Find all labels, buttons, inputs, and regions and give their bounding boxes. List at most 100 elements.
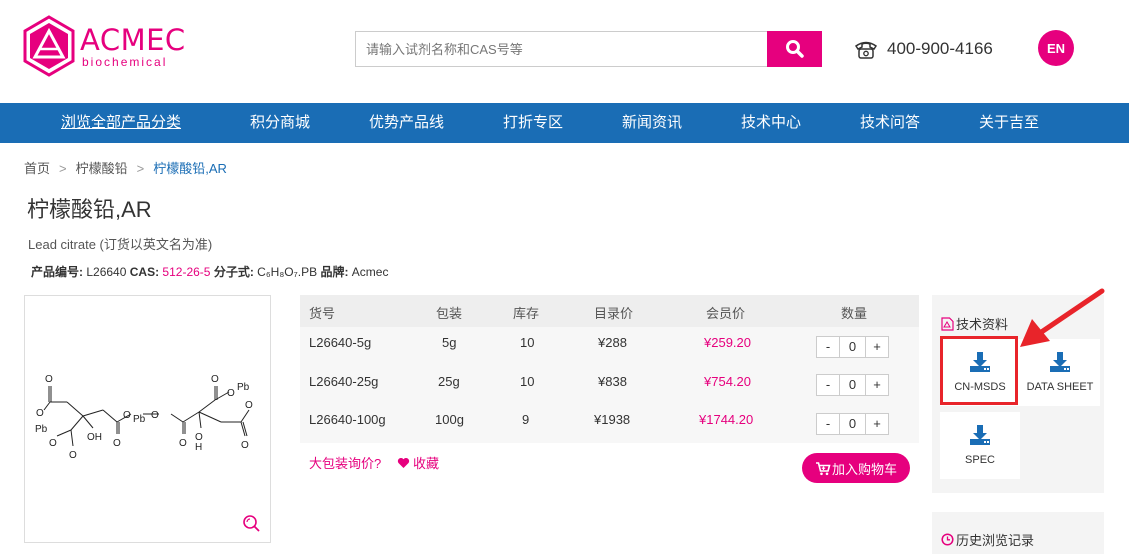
table-header: 货号 包装 库存 目录价 会员价 数量 (300, 295, 919, 327)
nav-tech-center[interactable]: 技术中心 (741, 103, 801, 143)
row-member-price: ¥754.20 (704, 374, 751, 389)
row-pack: 25g (438, 374, 460, 389)
hotline: 400-900-4166 (853, 36, 993, 62)
qty-minus-button[interactable]: - (816, 336, 840, 358)
annotation-arrow-icon (1020, 288, 1105, 347)
nav-points-mall[interactable]: 积分商城 (250, 103, 310, 143)
qty-plus-button[interactable]: + (865, 374, 889, 396)
row-stock: 10 (520, 374, 535, 389)
svg-text:O: O (241, 440, 249, 451)
row-list-price: ¥1938 (594, 412, 631, 427)
cas-label: CAS: (129, 265, 160, 279)
nav-tech-qa[interactable]: 技术问答 (860, 103, 920, 143)
row-sku: L26640-5g (309, 335, 372, 350)
cas-number[interactable]: 512-26-5 (162, 265, 210, 279)
svg-text:O: O (245, 400, 253, 411)
quantity-stepper: - 0 + (816, 374, 889, 396)
heart-icon (397, 457, 410, 468)
tech-docs-title: 技术资料 (941, 314, 1008, 333)
qty-input[interactable]: 0 (839, 374, 866, 396)
row-list-price: ¥838 (598, 374, 627, 389)
hexagon-logo-icon (23, 15, 75, 77)
brand-label: 品牌: (320, 265, 349, 279)
quantity-stepper: - 0 + (816, 413, 889, 435)
add-to-cart-label: 加入购物车 (831, 461, 897, 477)
bulk-inquiry-link[interactable]: 大包装询价? (309, 453, 381, 472)
nav-about[interactable]: 关于吉至 (979, 103, 1039, 143)
svg-text:O: O (49, 438, 57, 449)
breadcrumb-separator: > (136, 161, 145, 176)
nav-all-categories[interactable]: 浏览全部产品分类 (61, 103, 181, 143)
highlight-box (940, 336, 1018, 405)
language-switch-button[interactable]: EN (1038, 30, 1074, 66)
browse-history-panel: 历史浏览记录 (932, 512, 1104, 554)
add-to-cart-button[interactable]: 加入购物车 (802, 453, 910, 483)
search-icon (785, 40, 804, 58)
logo-sub-text: biochemical (82, 55, 168, 69)
row-stock: 10 (520, 335, 535, 350)
qty-plus-button[interactable]: + (865, 336, 889, 358)
header-list-price: 目录价 (594, 306, 634, 321)
download-spec[interactable]: SPEC (940, 412, 1020, 479)
qty-minus-button[interactable]: - (816, 374, 840, 396)
row-pack: 100g (435, 412, 464, 427)
svg-text:O: O (45, 374, 53, 385)
logo-brand-text: ACMEC (80, 23, 186, 57)
molecule-structure-image: O O Pb O O OH O O Pb O O O H O O Pb O O (35, 374, 253, 461)
main-nav: 浏览全部产品分类 积分商城 优势产品线 打折专区 新闻资讯 技术中心 技术问答 … (0, 103, 1129, 143)
breadcrumb-current[interactable]: 柠檬酸铅,AR (153, 161, 227, 176)
price-table: 货号 包装 库存 目录价 会员价 数量 L26640-5g 5g 10 ¥288… (300, 295, 919, 443)
svg-text:OH: OH (87, 432, 102, 443)
cart-icon (815, 461, 831, 475)
header-stock: 库存 (513, 306, 540, 321)
telephone-icon (854, 41, 878, 59)
site-header: ACMEC biochemical 400-900-4166 EN (0, 0, 1129, 103)
formula: C₆H₈O₇.PB (257, 265, 318, 279)
favorite-button[interactable]: 收藏 (397, 453, 439, 472)
search-input[interactable] (356, 32, 768, 66)
row-member-price: ¥259.20 (704, 335, 751, 350)
product-code: L26640 (86, 265, 127, 279)
product-image: O O Pb O O OH O O Pb O O O H O O Pb O O (24, 295, 271, 543)
phone-number: 400-900-4166 (887, 39, 993, 58)
qty-input[interactable]: 0 (839, 413, 866, 435)
qty-minus-button[interactable]: - (816, 413, 840, 435)
header-member-price: 会员价 (706, 306, 746, 321)
qty-input[interactable]: 0 (839, 336, 866, 358)
row-member-price: ¥1744.20 (699, 412, 754, 427)
favorite-label: 收藏 (413, 456, 440, 471)
header-pack: 包装 (436, 306, 463, 321)
spec-label: SPEC (965, 454, 995, 466)
header-sku: 货号 (309, 306, 336, 321)
breadcrumb: 首页 > 柠檬酸铅 > 柠檬酸铅,AR (24, 158, 227, 177)
nav-product-lines[interactable]: 优势产品线 (369, 103, 444, 143)
search-button[interactable] (767, 31, 822, 67)
row-list-price: ¥288 (598, 335, 627, 350)
nav-news[interactable]: 新闻资讯 (622, 103, 682, 143)
svg-text:O: O (227, 388, 235, 399)
svg-text:O: O (179, 438, 187, 449)
svg-text:O: O (151, 410, 159, 421)
svg-text:Pb: Pb (133, 414, 146, 425)
nav-discount[interactable]: 打折专区 (503, 103, 563, 143)
download-icon (970, 425, 990, 445)
zoom-icon[interactable] (242, 514, 260, 532)
site-logo[interactable]: ACMEC biochemical (22, 15, 185, 77)
quantity-stepper: - 0 + (816, 336, 889, 358)
svg-text:O: O (123, 410, 131, 421)
product-meta: 产品编号: L26640 CAS: 512-26-5 分子式: C₆H₈O₇.P… (31, 263, 388, 280)
svg-text:H: H (195, 442, 202, 453)
search-bar (355, 31, 822, 67)
formula-label: 分子式: (213, 265, 254, 279)
data-sheet-label: DATA SHEET (1026, 381, 1094, 393)
breadcrumb-category[interactable]: 柠檬酸铅 (76, 161, 128, 176)
row-stock: 9 (522, 412, 530, 427)
code-label: 产品编号: (31, 265, 83, 279)
brand: Acmec (351, 265, 389, 279)
svg-text:O: O (113, 438, 121, 449)
svg-text:O: O (36, 408, 44, 419)
breadcrumb-separator: > (59, 161, 67, 176)
qty-plus-button[interactable]: + (865, 413, 889, 435)
breadcrumb-home[interactable]: 首页 (24, 161, 50, 176)
browse-history-title-text: 历史浏览记录 (956, 533, 1035, 548)
